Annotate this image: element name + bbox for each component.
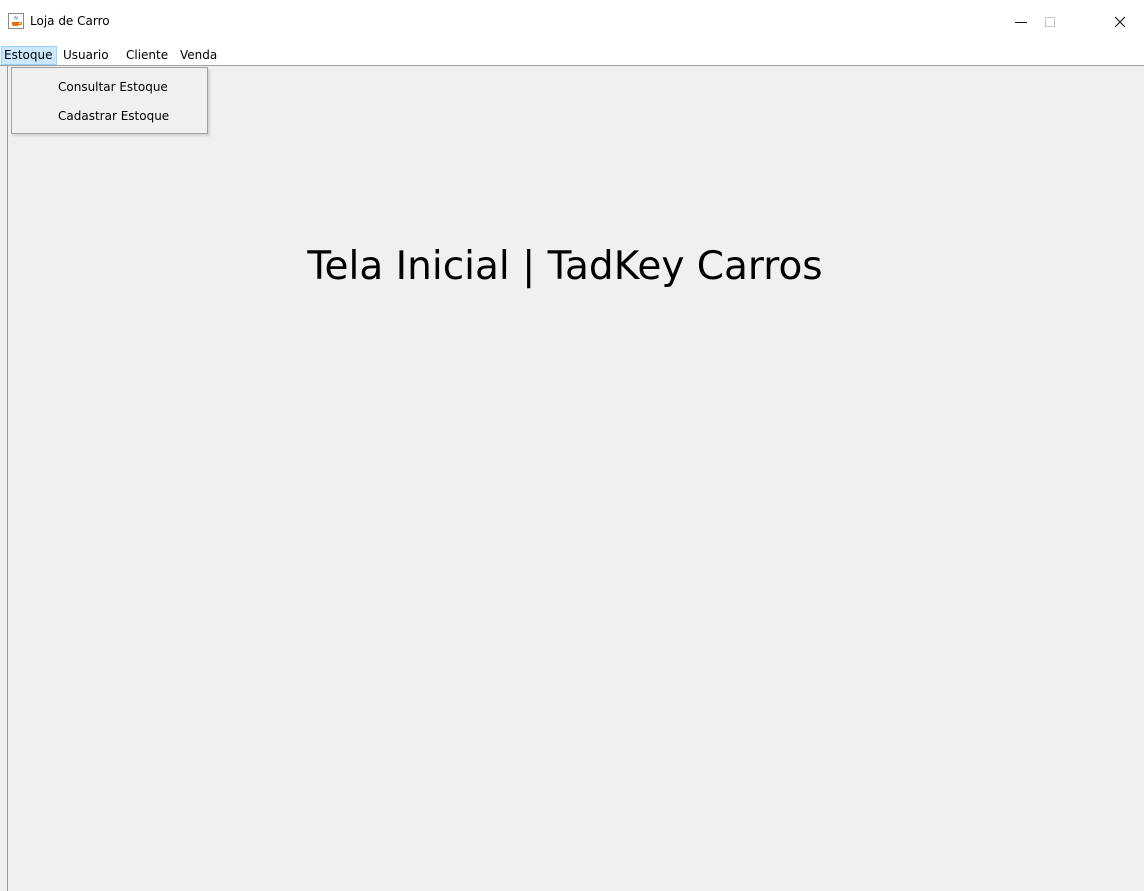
menu-usuario[interactable]: Usuario [61,46,121,65]
menu-cliente[interactable]: Cliente [124,46,176,65]
menu-venda[interactable]: Venda [178,46,228,65]
app-window: Loja de Carro Estoque Usuario Cliente Ve… [0,0,1144,891]
menu-item-cadastrar-estoque[interactable]: Cadastrar Estoque [58,108,169,124]
menu-item-consultar-estoque[interactable]: Consultar Estoque [58,79,168,95]
java-cup-icon [8,13,24,29]
content-left-border [7,66,8,891]
title-bar[interactable]: Loja de Carro [0,0,1144,44]
menu-bar: Estoque Usuario Cliente Venda [0,44,1144,66]
minimize-icon [1015,21,1027,23]
maximize-icon [1045,17,1055,27]
maximize-button[interactable] [1027,0,1073,44]
close-button[interactable] [1097,0,1143,44]
menu-estoque[interactable]: Estoque [1,46,57,65]
close-icon [1114,16,1126,28]
page-title: Tela Inicial | TadKey Carros [307,244,823,289]
estoque-dropdown-menu: Consultar Estoque Cadastrar Estoque [11,67,208,134]
window-title: Loja de Carro [30,14,110,28]
